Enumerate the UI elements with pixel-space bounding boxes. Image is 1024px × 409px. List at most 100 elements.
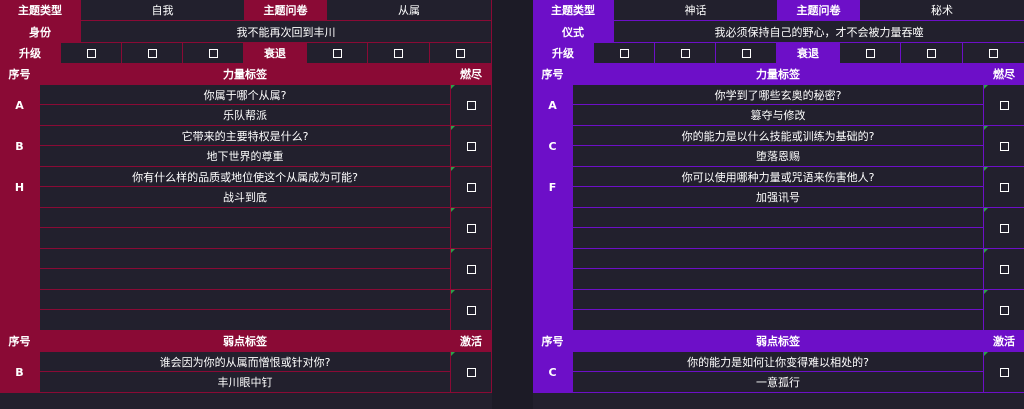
power-tag-answer[interactable]: [573, 269, 984, 290]
power-tag-answer[interactable]: 乐队帮派: [40, 105, 451, 126]
burn-header: 燃尽: [451, 64, 492, 85]
burn-checkbox[interactable]: [999, 100, 1009, 110]
burn-checkbox[interactable]: [999, 223, 1009, 233]
decay-checkbox-2[interactable]: [927, 48, 936, 58]
burn-checkbox-cell: [984, 208, 1024, 249]
theme-type-label: 主题类型: [0, 0, 81, 21]
power-tag-answer[interactable]: 篡夺与修改: [573, 105, 984, 126]
theme-question-value[interactable]: 从属: [327, 0, 492, 21]
power-tag-body: [40, 208, 451, 249]
decay-checkbox-1[interactable]: [332, 48, 342, 58]
burn-checkbox[interactable]: [466, 223, 476, 233]
burn-checkbox[interactable]: [999, 305, 1009, 315]
weakness-tag-question: 你的能力是如何让你变得难以相处的?: [573, 352, 984, 372]
power-tag-answer[interactable]: [573, 228, 984, 249]
weakness-index-header: 序号: [0, 331, 40, 352]
burn-checkbox[interactable]: [466, 264, 476, 274]
decay-checkbox-2[interactable]: [394, 48, 403, 58]
theme-question-value[interactable]: 秘术: [860, 0, 1024, 21]
power-tag-answer[interactable]: [40, 310, 451, 331]
power-tag-index: C: [533, 126, 573, 167]
power-tag-question: 你学到了哪些玄奥的秘密?: [573, 85, 984, 105]
decay-checkbox-3-cell: [430, 43, 492, 64]
power-tag-answer[interactable]: [40, 228, 451, 249]
burn-checkbox-cell: [451, 249, 492, 290]
power-tag-row: A 你属于哪个从属? 乐队帮派: [0, 85, 492, 126]
power-tag-question: [40, 290, 451, 310]
activate-checkbox[interactable]: [466, 367, 476, 377]
burn-checkbox-cell: [451, 167, 492, 208]
burn-checkbox[interactable]: [466, 182, 476, 192]
power-tag-index: [533, 208, 573, 249]
burn-checkbox[interactable]: [999, 264, 1009, 274]
weakness-tag-row: B 谁会因为你的从属而憎恨或针对你? 丰川眼中钉: [0, 352, 492, 393]
power-tag-index: A: [0, 85, 40, 126]
theme-question-label: 主题问卷: [245, 0, 327, 21]
power-tag-answer[interactable]: 加强讯号: [573, 187, 984, 208]
theme-type-value[interactable]: 神话: [614, 0, 778, 21]
upgrade-checkbox-1[interactable]: [86, 48, 96, 58]
weakness-index-header: 序号: [533, 331, 573, 352]
power-tag-row: [533, 249, 1024, 290]
burn-checkbox[interactable]: [466, 305, 476, 315]
upgrade-checkbox-2[interactable]: [147, 48, 157, 58]
activate-checkbox[interactable]: [999, 367, 1009, 377]
power-tag-row: [533, 208, 1024, 249]
power-tag-body: [573, 290, 984, 331]
power-tag-body: 它带来的主要特权是什么? 地下世界的尊重: [40, 126, 451, 167]
upgrade-checkbox-2-cell: [122, 43, 183, 64]
power-tag-index: [0, 208, 40, 249]
power-tag-question: 你属于哪个从属?: [40, 85, 451, 105]
power-tag-body: [573, 249, 984, 290]
power-tag-answer[interactable]: 战斗到底: [40, 187, 451, 208]
power-tag-question: [40, 249, 451, 269]
burn-checkbox[interactable]: [466, 100, 476, 110]
power-tag-row: C 你的能力是以什么技能或训练为基础的? 堕落恩赐: [533, 126, 1024, 167]
upgrade-checkbox-1-cell: [61, 43, 122, 64]
activate-checkbox-cell: [984, 352, 1024, 393]
weakness-tag-body: 你的能力是如何让你变得难以相处的? 一意孤行: [573, 352, 984, 393]
upgrade-checkbox-1[interactable]: [619, 48, 629, 58]
decay-checkbox-3-cell: [963, 43, 1024, 64]
decay-checkbox-3[interactable]: [989, 48, 998, 58]
identity-value[interactable]: 我不能再次回到丰川: [81, 21, 492, 43]
theme-sheet-left: 主题类型 自我 主题问卷 从属 身份 我不能再次回到丰川 升级 衰退 序号 力量标签 燃尽 A 你属于哪…: [0, 0, 492, 409]
sheet-row: 升级 衰退: [533, 43, 1024, 64]
power-tag-answer[interactable]: [573, 310, 984, 331]
identity-value[interactable]: 我必须保持自己的野心，才不会被力量吞噬: [614, 21, 1024, 43]
identity-label: 身份: [0, 21, 81, 43]
power-tag-question: 你的能力是以什么技能或训练为基础的?: [573, 126, 984, 146]
decay-checkbox-1[interactable]: [865, 48, 875, 58]
power-tag-body: [573, 208, 984, 249]
power-tag-body: 你有什么样的品质或地位使这个从属成为可能? 战斗到底: [40, 167, 451, 208]
upgrade-checkbox-2[interactable]: [680, 48, 690, 58]
burn-checkbox[interactable]: [999, 141, 1009, 151]
upgrade-checkbox-3[interactable]: [208, 48, 218, 58]
burn-checkbox-cell: [984, 85, 1024, 126]
power-tag-row: [0, 208, 492, 249]
power-tag-body: 你学到了哪些玄奥的秘密? 篡夺与修改: [573, 85, 984, 126]
upgrade-label: 升级: [0, 43, 61, 64]
power-tag-index: H: [0, 167, 40, 208]
weakness-tag-answer[interactable]: 丰川眼中钉: [40, 372, 451, 393]
sheet-row: 序号 弱点标签 激活: [0, 331, 492, 352]
power-tag-row: F 你可以使用哪种力量或咒语来伤害他人? 加强讯号: [533, 167, 1024, 208]
upgrade-checkbox-3[interactable]: [741, 48, 751, 58]
theme-type-value[interactable]: 自我: [81, 0, 245, 21]
power-tag-question: [40, 208, 451, 228]
upgrade-label: 升级: [533, 43, 594, 64]
identity-label: 仪式: [533, 21, 614, 43]
power-tag-answer[interactable]: 地下世界的尊重: [40, 146, 451, 167]
power-tag-answer[interactable]: 堕落恩赐: [573, 146, 984, 167]
power-tag-row: H 你有什么样的品质或地位使这个从属成为可能? 战斗到底: [0, 167, 492, 208]
power-tag-index: A: [533, 85, 573, 126]
burn-checkbox-cell: [451, 290, 492, 331]
power-tag-answer[interactable]: [40, 269, 451, 290]
weakness-tag-answer[interactable]: 一意孤行: [573, 372, 984, 393]
burn-checkbox[interactable]: [999, 182, 1009, 192]
burn-checkbox[interactable]: [466, 141, 476, 151]
sheet-row: 升级 衰退: [0, 43, 492, 64]
decay-checkbox-3[interactable]: [456, 48, 465, 58]
weakness-tag-index: B: [0, 352, 40, 393]
power-index-header: 序号: [0, 64, 40, 85]
